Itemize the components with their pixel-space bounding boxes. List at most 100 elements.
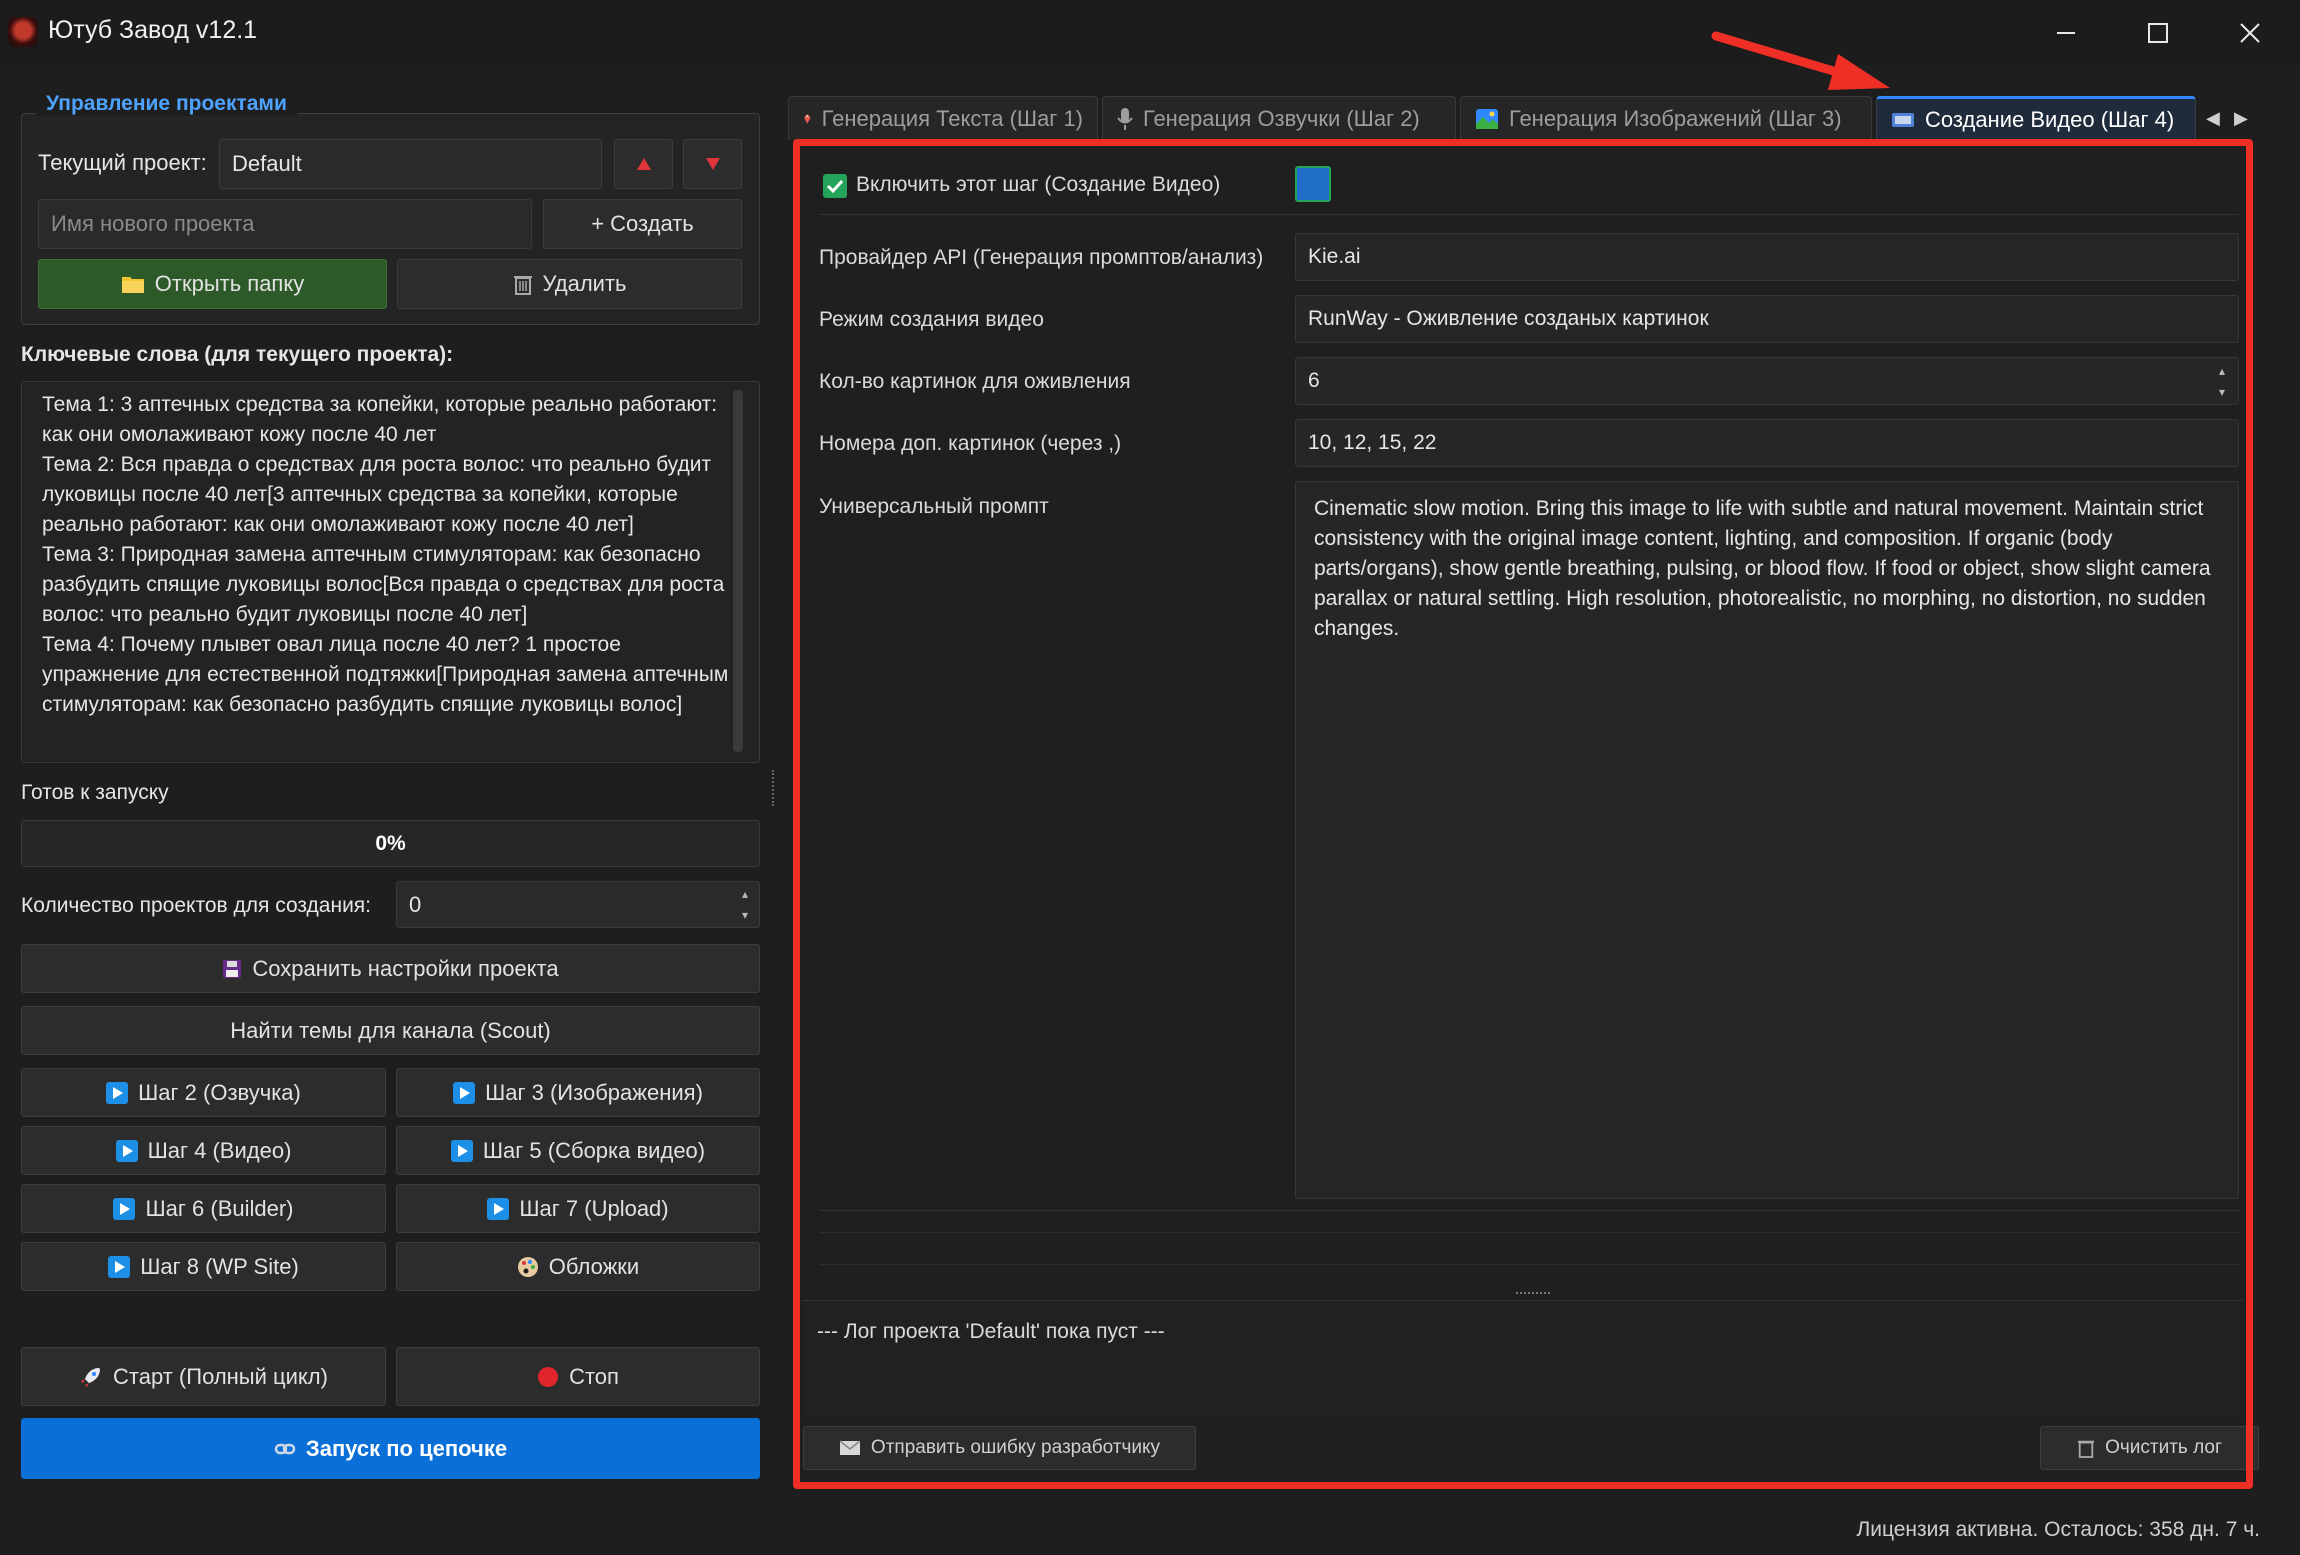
chain-link-icon bbox=[274, 1443, 296, 1454]
log-text: --- Лог проекта 'Default' пока пуст --- bbox=[817, 1320, 1165, 1343]
spin-down-icon[interactable]: ▾ bbox=[2212, 381, 2232, 402]
title-bar bbox=[0, 0, 2300, 66]
start-full-cycle-button[interactable]: Старт (Полный цикл) bbox=[21, 1347, 386, 1406]
new-project-name-input[interactable]: Имя нового проекта bbox=[38, 199, 532, 249]
log-splitter-handle[interactable] bbox=[1516, 1292, 1550, 1296]
step8-button[interactable]: Шаг 8 (WP Site) bbox=[21, 1242, 386, 1291]
window-title: Ютуб Завод v12.1 bbox=[48, 16, 258, 44]
play-icon bbox=[487, 1197, 510, 1220]
color-swatch-button[interactable] bbox=[1295, 166, 1331, 202]
tab-label: Генерация Озвучки (Шаг 2) bbox=[1143, 105, 1420, 131]
move-up-button[interactable] bbox=[614, 139, 673, 189]
play-icon bbox=[108, 1255, 131, 1278]
extra-images-input[interactable]: 10, 12, 15, 22 bbox=[1295, 419, 2239, 467]
tab-label: Создание Видео (Шаг 4) bbox=[1925, 106, 2175, 132]
tab-image-generation[interactable]: Генерация Изображений (Шаг 3) bbox=[1460, 96, 1872, 140]
picture-icon bbox=[1476, 108, 1498, 129]
open-folder-button[interactable]: Открыть папку bbox=[38, 259, 387, 309]
save-settings-button[interactable]: Сохранить настройки проекта bbox=[21, 944, 760, 993]
current-project-select[interactable]: Default bbox=[219, 139, 602, 189]
project-count-value: 0 bbox=[409, 891, 422, 917]
save-settings-label: Сохранить настройки проекта bbox=[252, 955, 559, 981]
tab-text-generation[interactable]: Генерация Текста (Шаг 1) bbox=[788, 96, 1098, 140]
covers-label: Обложки bbox=[548, 1253, 640, 1279]
step4-button[interactable]: Шаг 4 (Видео) bbox=[21, 1126, 386, 1175]
divider bbox=[819, 1232, 2239, 1233]
spin-down-icon[interactable]: ▾ bbox=[735, 905, 755, 926]
trash-icon bbox=[513, 276, 532, 295]
delete-project-label: Удалить bbox=[542, 271, 627, 296]
play-icon bbox=[453, 1081, 476, 1104]
keywords-textarea[interactable]: Тема 1: 3 аптечных средства за копейки, … bbox=[21, 381, 760, 763]
step5-label: Шаг 5 (Сборка видео) bbox=[482, 1137, 706, 1163]
provider-label: Провайдер API (Генерация промптов/анализ… bbox=[819, 246, 1264, 269]
project-count-label: Количество проектов для создания: bbox=[21, 894, 372, 917]
panel-splitter-handle[interactable] bbox=[772, 770, 778, 806]
palette-icon bbox=[517, 1256, 538, 1277]
floppy-disk-icon bbox=[223, 959, 242, 978]
move-down-button[interactable] bbox=[683, 139, 742, 189]
find-topics-button[interactable]: Найти темы для канала (Scout) bbox=[21, 1006, 760, 1055]
image-count-spinner[interactable]: ▴ ▾ bbox=[2212, 360, 2232, 402]
close-button[interactable] bbox=[2204, 0, 2296, 66]
send-error-label: Отправить ошибку разработчику bbox=[870, 1437, 1161, 1458]
step5-button[interactable]: Шаг 5 (Сборка видео) bbox=[396, 1126, 760, 1175]
play-icon bbox=[106, 1081, 129, 1104]
triangle-down-icon bbox=[705, 158, 720, 170]
step2-label: Шаг 2 (Озвучка) bbox=[138, 1079, 301, 1105]
minimize-button[interactable] bbox=[2020, 0, 2112, 66]
step3-label: Шаг 3 (Изображения) bbox=[485, 1079, 703, 1105]
clear-log-label: Очистить лог bbox=[2105, 1437, 2222, 1458]
checkmark-icon bbox=[826, 179, 844, 194]
create-project-button[interactable]: + Создать bbox=[543, 199, 742, 249]
tab-scroll-left-icon[interactable]: ◀ bbox=[2206, 108, 2220, 129]
step7-button[interactable]: Шаг 7 (Upload) bbox=[396, 1184, 760, 1233]
minimize-icon bbox=[2057, 32, 2075, 34]
spin-up-icon[interactable]: ▴ bbox=[2212, 360, 2232, 381]
text-icon bbox=[803, 113, 811, 124]
microphone-icon bbox=[1117, 107, 1133, 130]
project-management-title: Управление проектами bbox=[36, 92, 297, 116]
video-mode-select[interactable]: RunWay - Оживление созданых картинок bbox=[1295, 295, 2239, 343]
universal-prompt-label: Универсальный промпт bbox=[819, 495, 1049, 518]
maximize-icon bbox=[2148, 23, 2168, 43]
current-project-label: Текущий проект: bbox=[38, 150, 207, 175]
tab-voice-generation[interactable]: Генерация Озвучки (Шаг 2) bbox=[1102, 96, 1456, 140]
spin-up-icon[interactable]: ▴ bbox=[735, 884, 755, 905]
step6-label: Шаг 6 (Builder) bbox=[145, 1195, 294, 1221]
stop-button[interactable]: Стоп bbox=[396, 1347, 760, 1406]
step2-button[interactable]: Шаг 2 (Озвучка) bbox=[21, 1068, 386, 1117]
tab-video-creation[interactable]: Создание Видео (Шаг 4) bbox=[1876, 96, 2196, 140]
project-count-input[interactable]: 0 bbox=[396, 881, 760, 928]
send-error-button[interactable]: Отправить ошибку разработчику bbox=[803, 1426, 1196, 1470]
play-icon bbox=[115, 1139, 138, 1162]
film-icon bbox=[1892, 112, 1914, 127]
image-count-input[interactable]: 6 bbox=[1295, 357, 2239, 405]
divider bbox=[819, 1264, 2239, 1265]
maximize-button[interactable] bbox=[2112, 0, 2204, 66]
divider bbox=[819, 1210, 2239, 1211]
universal-prompt-textarea[interactable]: Cinematic slow motion. Bring this image … bbox=[1295, 481, 2239, 1199]
keywords-scrollbar[interactable] bbox=[733, 390, 743, 752]
image-count-label: Кол-во картинок для оживления bbox=[819, 370, 1131, 393]
tab-label: Генерация Текста (Шаг 1) bbox=[821, 105, 1083, 131]
extra-images-label: Номера доп. картинок (через ,) bbox=[819, 432, 1122, 455]
chain-launch-button[interactable]: Запуск по цепочке bbox=[21, 1418, 760, 1479]
chain-launch-label: Запуск по цепочке bbox=[305, 1435, 508, 1461]
envelope-icon bbox=[839, 1440, 861, 1455]
clear-log-button[interactable]: Очистить лог bbox=[2040, 1426, 2259, 1470]
tab-scroll-right-icon[interactable]: ▶ bbox=[2234, 108, 2248, 129]
step8-label: Шаг 8 (WP Site) bbox=[140, 1253, 299, 1279]
covers-button[interactable]: Обложки bbox=[396, 1242, 760, 1291]
step4-label: Шаг 4 (Видео) bbox=[147, 1137, 292, 1163]
project-count-spinner[interactable]: ▴ ▾ bbox=[735, 884, 755, 925]
provider-select[interactable]: Kie.ai bbox=[1295, 233, 2239, 281]
step6-button[interactable]: Шаг 6 (Builder) bbox=[21, 1184, 386, 1233]
play-icon bbox=[450, 1139, 473, 1162]
ready-status-text: Готов к запуску bbox=[21, 781, 169, 804]
enable-step-checkbox[interactable] bbox=[823, 174, 847, 198]
step3-button[interactable]: Шаг 3 (Изображения) bbox=[396, 1068, 760, 1117]
progress-label: 0% bbox=[375, 831, 406, 855]
delete-project-button[interactable]: Удалить bbox=[397, 259, 742, 309]
play-icon bbox=[113, 1197, 136, 1220]
